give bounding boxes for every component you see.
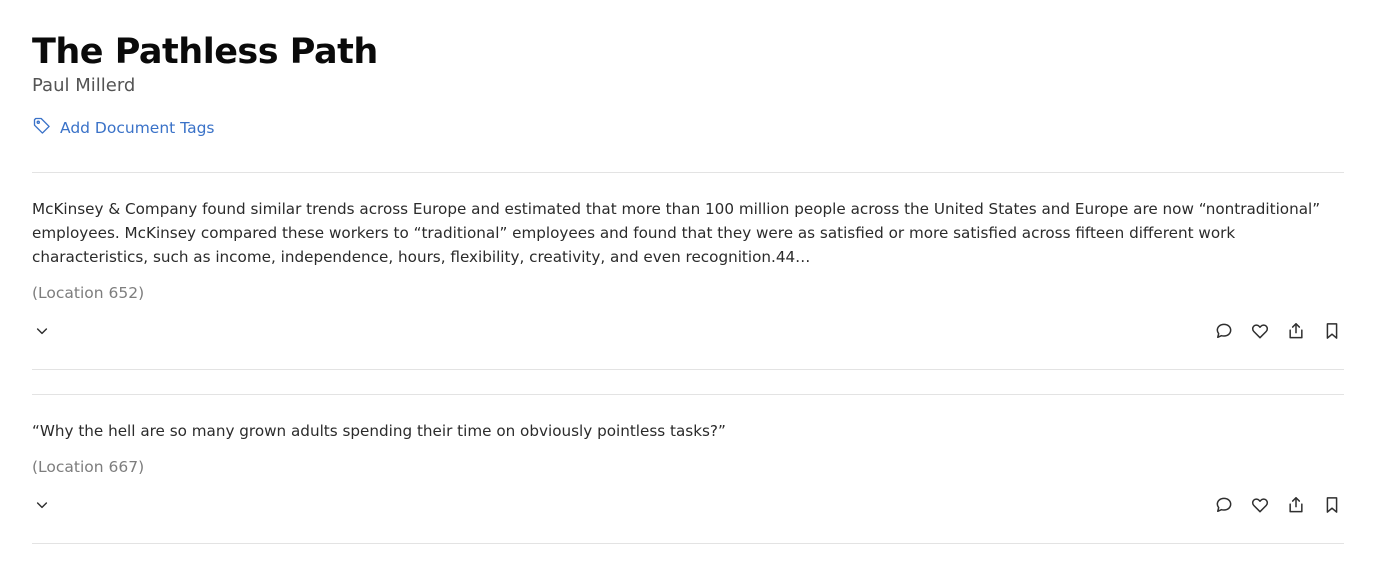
share-button[interactable]: [1286, 321, 1306, 341]
highlight-card: McKinsey & Company found similar trends …: [32, 197, 1344, 343]
header-divider: [32, 172, 1344, 173]
bookmark-button[interactable]: [1322, 495, 1342, 515]
highlight-divider: [32, 369, 1344, 370]
bookmark-icon: [1326, 497, 1338, 513]
highlight-divider: [32, 543, 1344, 544]
highlight-location: (Location 667): [32, 458, 145, 476]
heart-icon: [1251, 324, 1269, 339]
highlight-footer: [32, 319, 1344, 343]
add-document-tags-label: Add Document Tags: [60, 119, 215, 137]
book-author: Paul Millerd: [32, 75, 136, 96]
heart-icon: [1251, 498, 1269, 513]
add-document-tags-link[interactable]: Add Document Tags: [32, 117, 214, 139]
expand-chevron-button[interactable]: [32, 321, 52, 341]
bookmark-icon: [1326, 323, 1338, 339]
expand-chevron-button[interactable]: [32, 495, 52, 515]
highlight-card: “Why the hell are so many grown adults s…: [32, 419, 1344, 517]
favorite-button[interactable]: [1250, 495, 1270, 515]
highlight-footer: [32, 493, 1344, 517]
highlight-actions: [1214, 495, 1344, 515]
comment-icon: [1216, 323, 1232, 338]
highlight-text[interactable]: McKinsey & Company found similar trends …: [32, 197, 1344, 269]
chevron-down-icon: [36, 328, 48, 335]
favorite-button[interactable]: [1250, 321, 1270, 341]
highlight-divider: [32, 394, 1344, 395]
comment-icon: [1216, 497, 1232, 512]
share-button[interactable]: [1286, 495, 1306, 515]
tag-icon: [32, 116, 52, 140]
comment-button[interactable]: [1214, 495, 1234, 515]
share-icon: [1289, 323, 1303, 339]
highlight-location: (Location 652): [32, 284, 145, 302]
chevron-down-icon: [36, 502, 48, 509]
comment-button[interactable]: [1214, 321, 1234, 341]
bookmark-button[interactable]: [1322, 321, 1342, 341]
highlight-actions: [1214, 321, 1344, 341]
book-highlights-page: The Pathless Path Paul Millerd Add Docum…: [0, 0, 1376, 576]
share-icon: [1289, 497, 1303, 513]
book-title: The Pathless Path: [32, 32, 378, 72]
highlight-text[interactable]: “Why the hell are so many grown adults s…: [32, 419, 1344, 443]
